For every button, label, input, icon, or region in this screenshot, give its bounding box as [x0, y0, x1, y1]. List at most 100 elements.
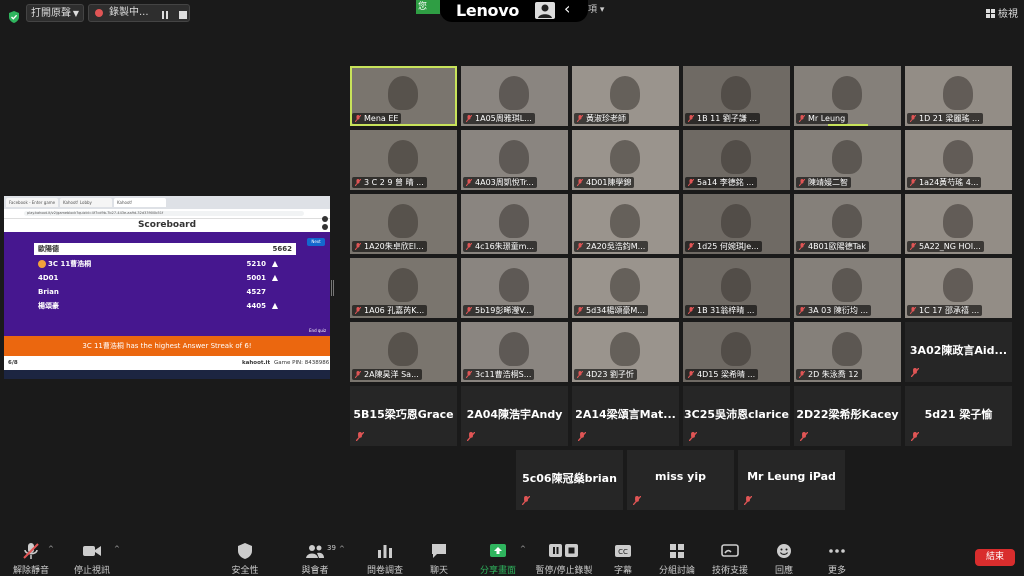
more-dots-icon — [807, 541, 867, 561]
stop-recording-icon[interactable] — [179, 9, 187, 25]
participant-name: Mr Leung iPad — [747, 470, 836, 483]
video-tile[interactable]: 黃淑珍老師 — [572, 66, 679, 126]
muted-mic-icon — [355, 179, 361, 186]
video-tile[interactable]: 1A20朱卓欣El... — [350, 194, 457, 254]
kahoot-url: kahoot.it — [242, 360, 271, 366]
participant-name: 4D23 劉子忻 — [586, 370, 634, 379]
reactions-button[interactable]: 回應 — [754, 541, 814, 576]
player-score: 5662 — [272, 245, 292, 253]
participant-name: 1C 17 邵承禧 ... — [919, 306, 980, 315]
video-tile[interactable]: Mena EE — [350, 66, 457, 126]
video-tile[interactable]: 5A22_NG HOI... — [905, 194, 1012, 254]
name-only-tile[interactable]: 3A02陳政言Aid... — [905, 322, 1012, 382]
video-tile[interactable]: 1A06 孔嘉芮K... — [350, 258, 457, 318]
name-only-tile[interactable]: 2A14梁頌言Mat... — [572, 386, 679, 446]
video-tile[interactable]: 1B 31翁梓晴 ... — [683, 258, 790, 318]
video-options-caret[interactable]: ^ — [114, 545, 120, 553]
breakout-rooms-label: 分組討論 — [658, 566, 695, 576]
video-tile[interactable]: 4B01歐陽德Tak — [794, 194, 901, 254]
participant-video — [721, 268, 751, 302]
polls-button[interactable]: 問卷調查 — [355, 541, 415, 576]
rank-up-icon: ▲ — [271, 259, 278, 268]
participant-name-label: 1A05周雅琪L... — [463, 113, 535, 124]
video-tile[interactable]: 4D23 劉子忻 — [572, 322, 679, 382]
video-tile[interactable]: 陳靖嫚二智 — [794, 130, 901, 190]
video-tile[interactable]: Mr Leung — [794, 66, 901, 126]
video-tile[interactable]: 4A03周凱悅Tr... — [461, 130, 568, 190]
video-tile[interactable]: 1B 11 劉子謙 ... — [683, 66, 790, 126]
chat-button[interactable]: 聊天 — [409, 541, 469, 576]
end-quiz-link[interactable]: End quiz — [309, 328, 326, 333]
participants-button[interactable]: 與會者 — [285, 541, 345, 576]
volume-icon[interactable] — [322, 216, 328, 222]
video-tile[interactable]: 5b19彭晞瀅V... — [461, 258, 568, 318]
pause-recording-icon[interactable] — [161, 9, 169, 25]
answer-streak-banner: 3C 11曹浩桐 has the highest Answer Streak o… — [4, 336, 330, 356]
breakout-rooms-button[interactable]: 分組討論 — [647, 541, 707, 576]
audio-options-caret[interactable]: ^ — [48, 545, 54, 553]
settings-icon[interactable] — [322, 224, 328, 230]
video-tile[interactable]: 3A 03 陳衍均 ... — [794, 258, 901, 318]
participant-name: 1D 21 梁麗瑤 ... — [919, 114, 980, 123]
participant-name-label: 4D15 梁希晴 ... — [685, 369, 759, 380]
more-button[interactable]: 更多 — [807, 541, 867, 576]
shared-screen[interactable]: Facebook - Enter game PIN Kahoot! Lobby … — [4, 196, 330, 379]
end-meeting-button[interactable]: 結束 — [975, 549, 1015, 566]
chevron-left-icon[interactable]: ‹ — [564, 0, 570, 18]
security-button[interactable]: 安全性 — [215, 541, 275, 576]
support-button[interactable]: 技術支援 — [700, 541, 760, 576]
original-sound-dropdown[interactable]: 打開原聲 ▼ — [26, 4, 84, 22]
next-button[interactable]: Next — [307, 238, 325, 246]
video-tile[interactable]: 3 C 2 9 曾 晴 ... — [350, 130, 457, 190]
muted-mic-icon — [744, 496, 752, 505]
muted-mic-icon — [799, 243, 805, 250]
browser-tabstrip: Facebook - Enter game PIN Kahoot! Lobby … — [4, 196, 330, 209]
captions-button[interactable]: CC 字幕 — [593, 541, 653, 576]
security-label: 安全性 — [231, 566, 259, 576]
video-tile[interactable]: 2A陳昊洋 Sa... — [350, 322, 457, 382]
resize-handle[interactable] — [331, 280, 334, 296]
video-tile[interactable]: 2D 朱泳喬 12 — [794, 322, 901, 382]
name-only-tile[interactable]: Mr Leung iPad — [738, 450, 845, 510]
video-tile[interactable]: 2A20吳浩鈞M... — [572, 194, 679, 254]
browser-tab[interactable]: Facebook - Enter game PIN — [6, 198, 58, 207]
video-tile[interactable]: 5a14 李德銘 ... — [683, 130, 790, 190]
name-only-tile[interactable]: 3C25吳沛恩clarice — [683, 386, 790, 446]
video-tile[interactable]: 5d34楊頌豪M... — [572, 258, 679, 318]
participants-options-caret[interactable]: ^ — [339, 545, 345, 553]
pause-stop-recording-button[interactable]: 暫停/停止錄製 — [533, 541, 595, 576]
video-tile[interactable]: 4c16朱璟童m... — [461, 194, 568, 254]
share-options-caret[interactable]: ^ — [520, 545, 526, 553]
browser-tab[interactable]: Kahoot! — [114, 198, 166, 207]
name-only-tile[interactable]: 5c06陳冠燊brian — [516, 450, 623, 510]
participant-video — [610, 140, 640, 174]
muted-mic-icon — [577, 371, 583, 378]
name-only-tile[interactable]: miss yip — [627, 450, 734, 510]
browser-tab[interactable]: Kahoot! Lobby — [60, 198, 112, 207]
name-only-tile[interactable]: 5B15梁巧恩Grace — [350, 386, 457, 446]
user-icon[interactable] — [535, 2, 555, 19]
muted-mic-icon — [688, 243, 694, 250]
video-tile[interactable]: 3c11曹浩桐S... — [461, 322, 568, 382]
name-only-tile[interactable]: 5d21 梁子愉 — [905, 386, 1012, 446]
participant-name: 5d34楊頌豪M... — [586, 306, 645, 315]
video-tile[interactable]: 1A05周雅琪L... — [461, 66, 568, 126]
name-only-tile[interactable]: 2A04陳浩宇Andy — [461, 386, 568, 446]
video-tile[interactable]: 4D01陳學錦 — [572, 130, 679, 190]
video-tile[interactable]: 4D15 梁希晴 ... — [683, 322, 790, 382]
recording-label: 錄製中... — [109, 7, 149, 18]
video-tile[interactable]: 1a24黃芍瑤 4... — [905, 130, 1012, 190]
participant-name: 4B01歐陽德Tak — [808, 242, 866, 251]
name-only-tile[interactable]: 2D22梁希彤Kacey — [794, 386, 901, 446]
view-button[interactable]: 檢視 — [986, 5, 1018, 20]
closed-captions-icon: CC — [593, 541, 653, 561]
share-screen-button[interactable]: 分享畫面 — [468, 541, 528, 576]
participant-video — [388, 204, 418, 238]
video-tile[interactable]: 1C 17 邵承禧 ... — [905, 258, 1012, 318]
stop-video-button[interactable]: 停止視訊 — [62, 541, 122, 576]
participant-video — [943, 268, 973, 302]
browser-url-bar[interactable]: play.kahoot.it/v2/gameblock?quizId=4f7cd… — [24, 211, 304, 216]
video-tile[interactable]: 1D 21 梁麗瑤 ... — [905, 66, 1012, 126]
participant-name-label: Mena EE — [352, 113, 402, 124]
video-tile[interactable]: 1d25 何婉琪Je... — [683, 194, 790, 254]
